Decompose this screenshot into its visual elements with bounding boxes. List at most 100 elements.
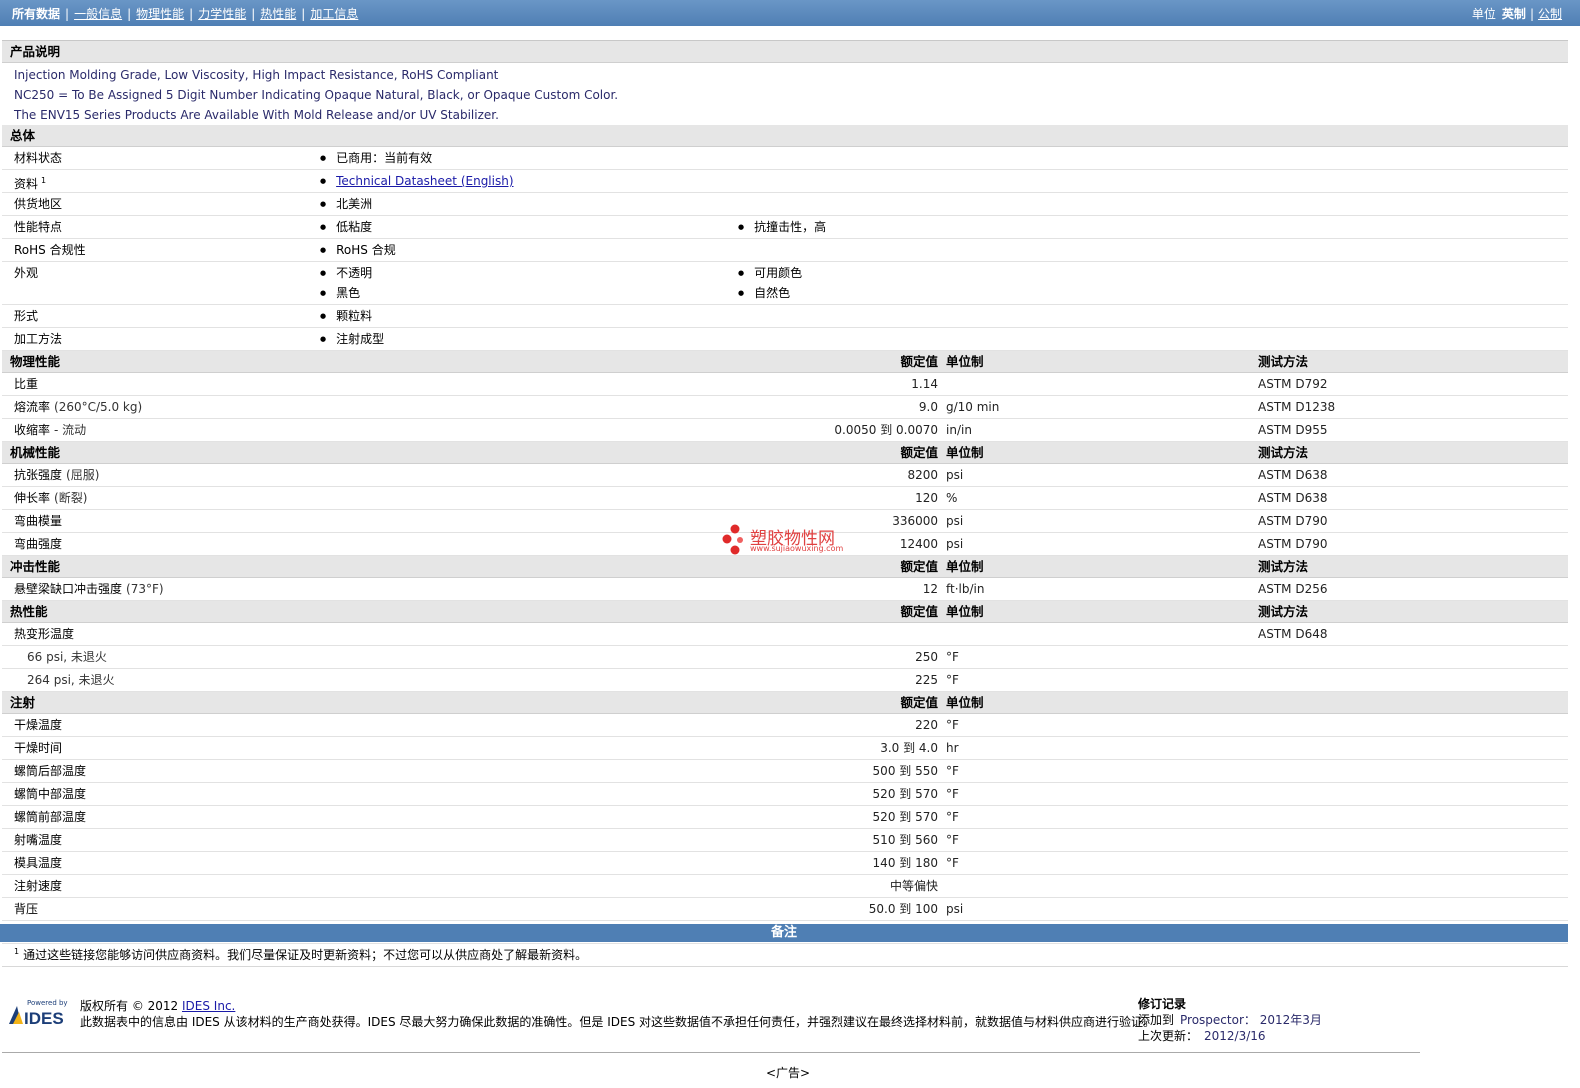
- updated-label: 上次更新：: [1138, 1029, 1199, 1043]
- section-title: 物理性能: [10, 354, 61, 369]
- footnote-mark: 1: [14, 947, 20, 956]
- col-header-unit: 单位制: [946, 559, 984, 574]
- property-label: 螺筒中部温度: [14, 783, 86, 805]
- watermark-dots-icon: [722, 524, 743, 555]
- property-label: 抗张强度 (屈服): [14, 464, 99, 486]
- property-row: 干燥时间 3.0 到 4.0 hr: [2, 737, 1568, 760]
- col-header-value: 额定值: [900, 695, 938, 710]
- test-method: ASTM D790: [1258, 514, 1328, 528]
- property-value: 120: [915, 491, 938, 505]
- property-name: 注射速度: [14, 879, 63, 893]
- property-value: 中等偏快: [889, 879, 938, 893]
- property-row: 螺筒中部温度 520 到 570 °F: [2, 783, 1568, 806]
- property-condition: (断裂): [54, 491, 88, 505]
- property-row: 干燥温度 220 °F: [2, 714, 1568, 737]
- property-sections: 物理性能 额定值 单位制 测试方法 比重 1.14 ASTM D792 熔流率 (260°C/5…: [2, 351, 1568, 944]
- property-name: 比重: [14, 377, 39, 391]
- bullet-value: RoHS 合规: [320, 239, 396, 263]
- test-method: ASTM D790: [1258, 537, 1328, 551]
- bullet-value: 自然色: [738, 282, 790, 306]
- col-header-method: 测试方法: [1258, 604, 1309, 619]
- nav-all-data[interactable]: 所有数据: [12, 7, 60, 21]
- ides-link[interactable]: IDES Inc.: [182, 999, 235, 1013]
- property-unit: °F: [946, 810, 959, 824]
- property-unit: hr: [946, 741, 959, 755]
- property-row: 模具温度 140 到 180 °F: [2, 852, 1568, 875]
- test-method: ASTM D955: [1258, 423, 1328, 437]
- watermark: 塑胶物性网 www.sujiaowuxing.com: [722, 524, 852, 556]
- property-label: 弯曲模量: [14, 510, 62, 532]
- datasheet-link[interactable]: Technical Datasheet (English): [336, 174, 513, 188]
- row-label: 外观: [14, 262, 38, 284]
- col-header-unit: 单位制: [946, 445, 984, 460]
- property-value: 220: [915, 718, 938, 732]
- row-label: 供货地区: [14, 193, 62, 215]
- footnote: 1 通过这些链接您能够访问供应商资料。我们尽量保证及时更新资料；不过您可以从供应商…: [14, 946, 587, 963]
- watermark-url: www.sujiaowuxing.com: [750, 544, 844, 553]
- divider: [2, 966, 1568, 967]
- bullet-value: Technical Datasheet (English): [320, 170, 513, 194]
- property-row: 背压 50.0 到 100 psi: [2, 898, 1568, 921]
- section-title: 热性能: [10, 604, 48, 619]
- nav-processing[interactable]: 加工信息: [310, 7, 358, 21]
- nav-general-info[interactable]: 一般信息: [74, 7, 122, 21]
- notes-bar: 备注: [0, 924, 1568, 942]
- nav-mechanical[interactable]: 力学性能: [198, 7, 246, 21]
- bullet-value: 黑色: [320, 282, 360, 306]
- property-row: 264 psi, 未退火 225 °F: [2, 669, 1568, 692]
- property-label: 干燥时间: [14, 737, 62, 759]
- property-name: 螺筒前部温度: [14, 810, 87, 824]
- unit-switch: 单位 英制 | 公制: [1471, 7, 1562, 21]
- copyright-block: 版权所有 © 2012 IDES Inc. 此数据表中的信息由 IDES 从该材…: [80, 998, 1155, 1030]
- updated-value: 2012/3/16: [1204, 1029, 1266, 1043]
- property-row: 热变形温度 ASTM D648: [2, 623, 1568, 646]
- property-label: 收缩率 - 流动: [14, 419, 86, 441]
- row-label-text: 资料: [14, 177, 39, 191]
- row-label-text: 供货地区: [14, 197, 63, 211]
- row-label: 形式: [14, 305, 38, 327]
- property-name: 66 psi, 未退火: [27, 650, 107, 664]
- ides-logo: Powered by IDES: [7, 998, 71, 1028]
- property-name: 射嘴温度: [14, 833, 63, 847]
- nav-thermal[interactable]: 热性能: [260, 7, 296, 21]
- property-unit: psi: [946, 514, 964, 528]
- bullet-value: 已商用：当前有效: [320, 147, 432, 171]
- property-unit: °F: [946, 673, 959, 687]
- property-label: 螺筒后部温度: [14, 760, 86, 782]
- property-row: 抗张强度 (屈服) 8200 psi ASTM D638: [2, 464, 1568, 487]
- property-unit: psi: [946, 902, 964, 916]
- general-row: 加工方法 注射成型: [2, 328, 1568, 351]
- bullet-value: 北美洲: [320, 193, 372, 217]
- property-name: 熔流率: [14, 400, 51, 414]
- unit-english[interactable]: 英制: [1502, 7, 1526, 21]
- datasheet: 产品说明 Injection Molding Grade, Low Viscos…: [2, 40, 1568, 944]
- added-value: Prospector： 2012年3月: [1180, 1013, 1322, 1027]
- revision-title: 修订记录: [1138, 997, 1187, 1011]
- section-title: 产品说明: [10, 44, 61, 59]
- property-value: 520 到 570: [872, 787, 938, 801]
- property-row: 螺筒后部温度 500 到 550 °F: [2, 760, 1568, 783]
- col-header-value: 额定值: [900, 604, 938, 619]
- row-label-text: 形式: [14, 309, 39, 323]
- property-label: 熔流率 (260°C/5.0 kg): [14, 396, 142, 418]
- property-value: 225: [915, 673, 938, 687]
- property-name: 264 psi, 未退火: [27, 673, 115, 687]
- row-label-text: 材料状态: [14, 151, 63, 165]
- logo-powered-by: Powered by: [27, 999, 68, 1007]
- col-header-method: 测试方法: [1258, 559, 1309, 574]
- general-row: 供货地区 北美洲: [2, 193, 1568, 216]
- property-value: 1.14: [911, 377, 938, 391]
- row-label: 性能特点: [14, 216, 62, 238]
- property-unit: g/10 min: [946, 400, 1000, 414]
- section-header: 物理性能 额定值 单位制 测试方法: [2, 351, 1568, 373]
- property-name: 螺筒后部温度: [14, 764, 87, 778]
- section-header: 热性能 额定值 单位制 测试方法: [2, 601, 1568, 623]
- unit-metric-link[interactable]: 公制: [1538, 7, 1562, 21]
- property-unit: ft·lb/in: [946, 582, 985, 596]
- row-label: 加工方法: [14, 328, 62, 350]
- section-title: 总体: [10, 128, 36, 143]
- nav-physical[interactable]: 物理性能: [136, 7, 184, 21]
- property-unit: °F: [946, 787, 959, 801]
- ad-placeholder: <广告>: [766, 1066, 811, 1080]
- bullet-value: 低粘度: [320, 216, 372, 240]
